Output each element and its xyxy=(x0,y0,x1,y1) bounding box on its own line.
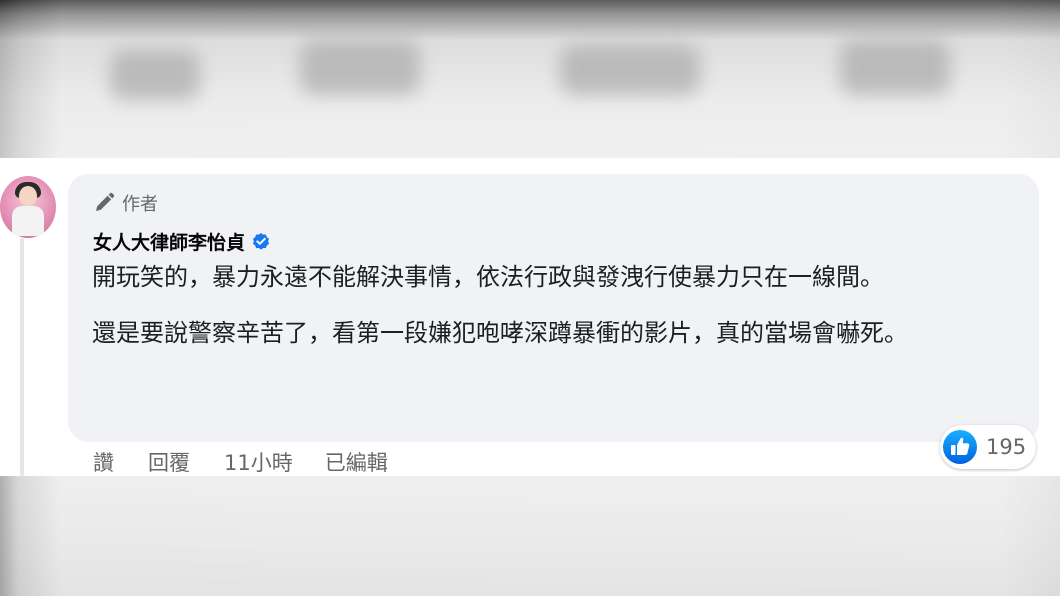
blurred-blob xyxy=(840,40,950,95)
blurred-post-region-bottom xyxy=(0,476,1060,596)
comment-body: 開玩笑的，暴力永遠不能解決事情，依法行政與發洩行使暴力只在一線間。 還是要說警察… xyxy=(92,258,1022,352)
comment-author-name[interactable]: 女人大律師李怡貞 xyxy=(93,228,245,255)
blurred-blob xyxy=(110,50,200,100)
comment-author-row: 女人大律師李怡貞 xyxy=(93,228,271,255)
blurred-post-region-top xyxy=(0,0,1060,158)
pencil-icon xyxy=(92,191,116,215)
comment-timestamp[interactable]: 11小時 xyxy=(224,447,293,477)
author-badge: 作者 xyxy=(92,190,158,216)
comment-actions: 讚 回覆 11小時 已編輯 xyxy=(93,447,388,477)
blurred-blob xyxy=(300,40,420,95)
reaction-summary[interactable]: 195 xyxy=(940,425,1037,469)
author-badge-label: 作者 xyxy=(122,194,158,215)
comment-paragraph: 還是要說警察辛苦了，看第一段嫌犯咆哮深蹲暴衝的影片，真的當場會嚇死。 xyxy=(92,319,908,347)
edited-label[interactable]: 已編輯 xyxy=(325,447,388,477)
reaction-count: 195 xyxy=(986,435,1027,459)
reply-thread-line xyxy=(20,238,24,476)
avatar-face xyxy=(19,186,37,206)
verified-badge-icon xyxy=(251,232,271,252)
like-icon xyxy=(942,429,978,465)
blurred-blob xyxy=(560,45,700,95)
avatar[interactable] xyxy=(0,176,56,238)
reply-action[interactable]: 回覆 xyxy=(148,447,190,477)
comment-paragraph: 開玩笑的，暴力永遠不能解決事情，依法行政與發洩行使暴力只在一線間。 xyxy=(92,263,884,291)
blur-haze xyxy=(0,476,1060,596)
like-action[interactable]: 讚 xyxy=(93,447,114,477)
avatar-body xyxy=(12,206,44,236)
